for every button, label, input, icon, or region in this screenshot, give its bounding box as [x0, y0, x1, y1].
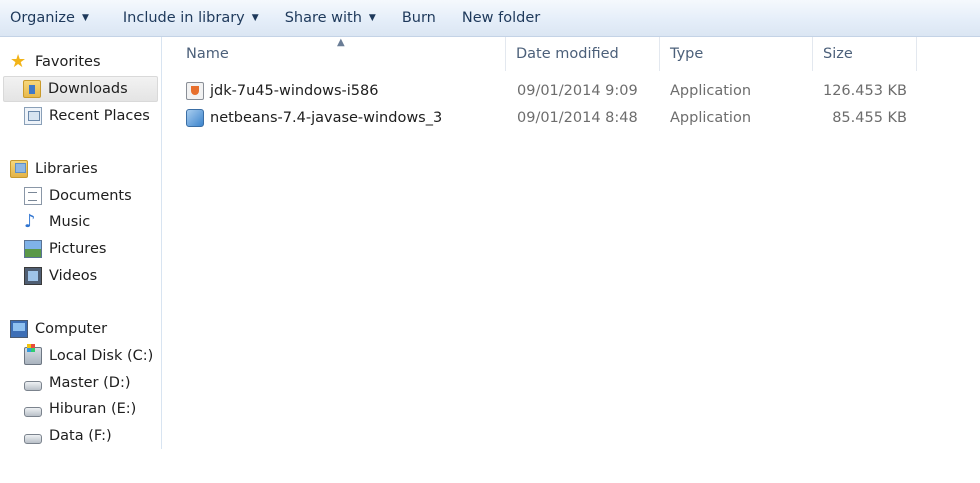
- nav-item-recent-places[interactable]: Recent Places: [24, 103, 150, 129]
- nav-computer[interactable]: Computer: [10, 316, 107, 342]
- file-name: netbeans-7.4-javase-windows_3: [210, 110, 443, 126]
- file-row[interactable]: jdk-7u45-windows-i586 09/01/2014 9:09 Ap…: [163, 78, 923, 104]
- nav-item-label: Data (F:): [49, 428, 112, 444]
- java-installer-icon: [186, 82, 204, 100]
- nav-item-local-disk-c[interactable]: Local Disk (C:): [24, 343, 153, 369]
- share-with-button[interactable]: Share with ▼: [279, 3, 382, 33]
- include-in-library-label: Include in library: [122, 10, 245, 26]
- burn-label: Burn: [401, 10, 436, 26]
- netbeans-installer-icon: [186, 109, 204, 127]
- organize-label: Organize: [10, 10, 75, 26]
- nav-item-label: Music: [49, 214, 91, 230]
- nav-item-pictures[interactable]: Pictures: [24, 236, 106, 262]
- file-row[interactable]: netbeans-7.4-javase-windows_3 09/01/2014…: [163, 105, 923, 131]
- nav-item-label: Downloads: [48, 81, 128, 97]
- nav-favorites[interactable]: ★ Favorites: [10, 49, 101, 75]
- column-header-label: Type: [670, 46, 704, 62]
- command-bar: Organize ▼ Include in library ▼ Share wi…: [0, 0, 980, 37]
- nav-libraries[interactable]: Libraries: [10, 156, 98, 182]
- organize-button[interactable]: Organize ▼: [4, 3, 95, 33]
- libraries-icon: [10, 160, 28, 178]
- chevron-down-icon: ▼: [251, 13, 259, 23]
- nav-favorites-label: Favorites: [35, 54, 101, 70]
- nav-item-data-f[interactable]: Data (F:): [24, 423, 112, 449]
- nav-item-downloads[interactable]: Downloads: [3, 76, 158, 102]
- file-name-cell: netbeans-7.4-javase-windows_3: [186, 105, 442, 131]
- nav-item-music[interactable]: ♪ Music: [24, 209, 90, 235]
- nav-item-label: Recent Places: [49, 108, 150, 124]
- file-name-cell: jdk-7u45-windows-i586: [186, 78, 378, 104]
- nav-item-label: Master (D:): [49, 375, 131, 391]
- new-folder-button[interactable]: New folder: [456, 3, 546, 33]
- file-size: 126.453 KB: [822, 83, 907, 99]
- file-size: 85.455 KB: [832, 110, 907, 126]
- documents-icon: [24, 187, 42, 205]
- nav-item-videos[interactable]: Videos: [24, 263, 97, 289]
- drive-icon: [24, 434, 42, 444]
- column-header-type[interactable]: Type: [660, 37, 813, 71]
- computer-icon: [10, 320, 28, 338]
- column-header-label: Date modified: [516, 46, 619, 62]
- nav-computer-label: Computer: [35, 321, 108, 337]
- file-date-modified: 09/01/2014 8:48: [517, 110, 638, 126]
- star-icon: ★: [10, 51, 27, 72]
- file-type: Application: [670, 110, 752, 126]
- include-in-library-button[interactable]: Include in library ▼: [117, 3, 265, 33]
- downloads-folder-icon: [23, 80, 41, 98]
- chevron-down-icon: ▼: [368, 13, 376, 23]
- nav-libraries-label: Libraries: [35, 161, 98, 177]
- column-header-label: Name: [186, 46, 229, 62]
- file-type: Application: [670, 83, 752, 99]
- column-header-date-modified[interactable]: Date modified: [506, 37, 660, 71]
- burn-button[interactable]: Burn: [396, 3, 442, 33]
- local-disk-icon: [24, 344, 42, 365]
- nav-item-master-d[interactable]: Master (D:): [24, 370, 131, 396]
- music-icon: ♪: [24, 211, 36, 232]
- nav-item-label: Local Disk (C:): [49, 348, 154, 364]
- pictures-icon: [24, 240, 42, 258]
- chevron-down-icon: ▼: [81, 13, 89, 23]
- share-with-label: Share with: [284, 10, 362, 26]
- recent-places-icon: [24, 107, 42, 125]
- column-header-name[interactable]: Name: [176, 37, 506, 71]
- column-headers: ▲ Name Date modified Type Size: [163, 37, 980, 71]
- videos-icon: [24, 267, 42, 285]
- nav-item-documents[interactable]: Documents: [24, 183, 132, 209]
- drive-icon: [24, 407, 42, 417]
- new-folder-label: New folder: [461, 10, 541, 26]
- file-name: jdk-7u45-windows-i586: [210, 83, 379, 99]
- column-header-label: Size: [823, 46, 853, 62]
- nav-item-label: Pictures: [49, 241, 107, 257]
- nav-item-label: Videos: [49, 268, 98, 284]
- drive-icon: [24, 381, 42, 391]
- file-date-modified: 09/01/2014 9:09: [517, 83, 638, 99]
- nav-item-label: Documents: [49, 188, 132, 204]
- explorer-window: Organize ▼ Include in library ▼ Share wi…: [0, 0, 980, 483]
- column-header-size[interactable]: Size: [813, 37, 917, 71]
- navigation-pane: ★ Favorites Downloads Recent Places Libr…: [0, 37, 162, 449]
- nav-item-label: Hiburan (E:): [49, 401, 137, 417]
- nav-item-hiburan-e[interactable]: Hiburan (E:): [24, 396, 136, 422]
